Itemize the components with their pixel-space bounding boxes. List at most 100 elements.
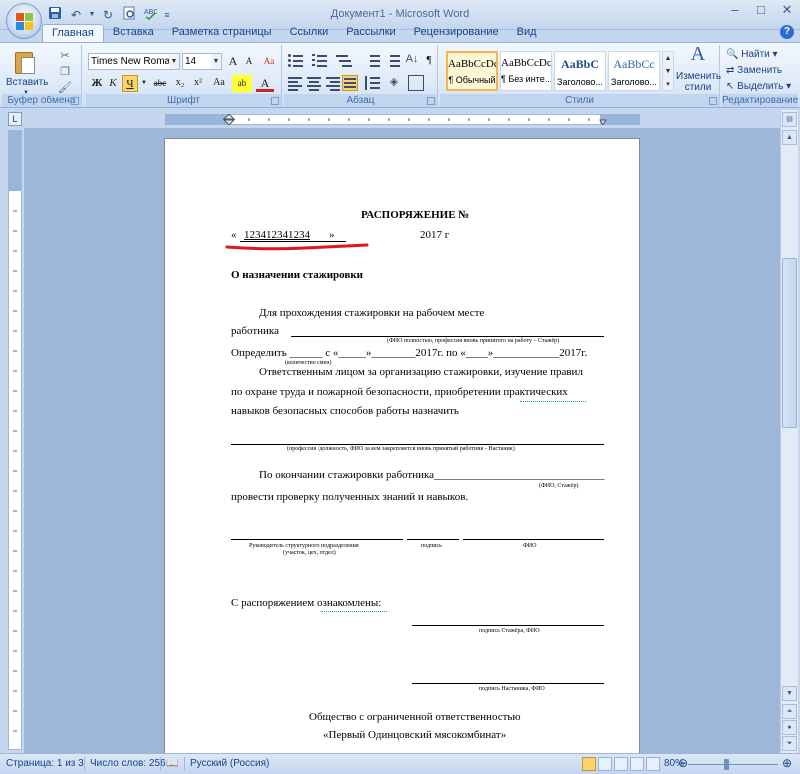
cut-icon[interactable]: ✂ — [58, 49, 72, 63]
subscript-button[interactable]: x₂ — [172, 75, 188, 92]
status-words[interactable]: Число слов: 256 — [90, 758, 166, 769]
paragraph-launcher-icon[interactable] — [427, 97, 435, 105]
tab-references[interactable]: Ссылки — [281, 24, 338, 42]
scroll-up-button[interactable]: ▲ — [782, 130, 797, 145]
vertical-scrollbar[interactable]: ▤ ▲ ▼ ⏶ ● ⏷ — [780, 110, 798, 753]
align-center-icon[interactable] — [306, 75, 322, 91]
style-card-heading-2[interactable]: AaBbCc Заголово... — [608, 51, 660, 91]
zoom-out-button[interactable]: ⊖ — [678, 756, 688, 770]
strikethrough-button[interactable]: abc — [150, 75, 170, 92]
numbering-icon[interactable] — [312, 53, 328, 69]
italic-button[interactable]: К — [106, 75, 120, 92]
clipboard-group-label: Буфер обмена — [2, 94, 81, 107]
font-name-dropdown-icon[interactable]: ▼ — [169, 54, 179, 69]
tab-page-layout[interactable]: Разметка страницы — [163, 24, 281, 42]
multilevel-list-icon[interactable] — [336, 53, 352, 69]
style-card-no-spacing[interactable]: AaBbCcDc ¶ Без инте... — [500, 51, 552, 91]
line-spacing-icon[interactable] — [364, 75, 380, 91]
outline-view-button[interactable] — [630, 757, 644, 771]
tab-review[interactable]: Рецензирование — [405, 24, 508, 42]
superscript-button[interactable]: x² — [190, 75, 206, 92]
font-size-combo[interactable]: 14 ▼ — [182, 53, 222, 70]
zoom-slider-thumb[interactable] — [724, 759, 729, 770]
increase-indent-icon[interactable] — [384, 53, 400, 69]
copy-icon[interactable]: ❐ — [58, 65, 72, 79]
underline-button[interactable]: Ч — [122, 75, 138, 92]
help-icon[interactable]: ? — [780, 25, 794, 39]
zoom-slider[interactable] — [688, 764, 778, 765]
find-button[interactable]: 🔍 Найти ▾ — [726, 49, 778, 65]
tab-selector-icon[interactable]: L — [8, 112, 22, 126]
font-name-value: Times New Roman — [91, 56, 176, 67]
highlight-button[interactable]: ab — [232, 75, 252, 92]
shading-icon[interactable]: ◈ — [386, 75, 402, 91]
document-canvas: РАСПОРЯЖЕНИЕ № « 123412341234 » 2017 г О… — [24, 128, 780, 753]
align-right-icon[interactable] — [324, 75, 340, 91]
status-page[interactable]: Страница: 1 из 3 — [6, 758, 84, 769]
browse-object-button[interactable]: ● — [782, 720, 797, 735]
full-screen-view-button[interactable] — [598, 757, 612, 771]
paragraph-2-line-2: по охране труда и пожарной безопасности,… — [231, 386, 568, 398]
paragraph-group-label: Абзац — [284, 94, 437, 107]
align-left-icon[interactable] — [288, 75, 304, 91]
font-color-button[interactable]: A — [256, 75, 274, 92]
bold-button[interactable]: Ж — [90, 75, 104, 92]
font-name-combo[interactable]: Times New Roman ▼ — [88, 53, 180, 70]
zoom-in-button[interactable]: ⊕ — [782, 756, 792, 770]
minimize-button[interactable]: – — [722, 0, 748, 22]
format-painter-icon[interactable]: 🖌 — [58, 81, 72, 95]
paste-button[interactable]: Вставить ▼ — [6, 49, 48, 99]
show-marks-button[interactable]: ¶ — [422, 52, 436, 69]
previous-page-button[interactable]: ⏶ — [782, 704, 797, 719]
underline-dropdown-icon[interactable]: ▼ — [140, 75, 148, 92]
styles-scroll-buttons[interactable]: ▲ ▼ ▾ — [662, 51, 674, 91]
sort-icon[interactable]: A↓ — [404, 53, 420, 69]
next-page-button[interactable]: ⏷ — [782, 736, 797, 751]
doc-subject: О назначении стажировки — [231, 269, 364, 281]
style-card-normal[interactable]: AaBbCcDc ¶ Обычный — [446, 51, 498, 91]
vertical-ruler[interactable] — [8, 130, 22, 750]
date-value: 123412341234 — [244, 229, 310, 241]
styles-launcher-icon[interactable] — [709, 97, 717, 105]
select-button[interactable]: ↖ Выделить ▾ — [726, 81, 791, 97]
clear-format-button[interactable]: Aa — [260, 53, 278, 70]
web-layout-view-button[interactable] — [614, 757, 628, 771]
tab-insert[interactable]: Вставка — [104, 24, 163, 42]
maximize-button[interactable]: □ — [748, 0, 774, 22]
doc-year: 2017 г — [420, 229, 450, 241]
style-card-heading-1[interactable]: AaBbC Заголово... — [554, 51, 606, 91]
red-annotation-stroke — [225, 243, 369, 251]
tab-home[interactable]: Главная — [42, 24, 104, 42]
ruler-ticks — [222, 114, 607, 125]
borders-icon[interactable] — [408, 75, 424, 91]
replace-button[interactable]: ⇄ Заменить — [726, 65, 782, 81]
hint-worker: (ФИО полностью, профессия вновь принятог… — [387, 338, 560, 344]
horizontal-ruler[interactable] — [30, 110, 780, 128]
org-line-2: «Первый Одинцовский мясокомбинат» — [323, 729, 507, 741]
decrease-indent-icon[interactable] — [364, 53, 380, 69]
tab-mailings[interactable]: Рассылки — [337, 24, 404, 42]
print-layout-view-button[interactable] — [582, 757, 596, 771]
vertical-ruler-ticks — [13, 210, 17, 732]
scroll-down-button[interactable]: ▼ — [782, 686, 797, 701]
change-case-button[interactable]: Aa — [208, 75, 230, 92]
change-styles-button[interactable]: A Изменить стили — [676, 44, 721, 93]
bullets-icon[interactable] — [288, 53, 304, 69]
draft-view-button[interactable] — [646, 757, 660, 771]
style-name: Заголово... — [557, 77, 603, 87]
spelling-status-icon[interactable]: 📖 — [166, 758, 178, 769]
justify-icon[interactable] — [342, 75, 358, 91]
office-button[interactable] — [6, 3, 42, 39]
document-page[interactable]: РАСПОРЯЖЕНИЕ № « 123412341234 » 2017 г О… — [164, 138, 640, 753]
shrink-font-button[interactable]: A — [242, 53, 256, 70]
close-button[interactable]: ✕ — [774, 0, 800, 22]
ruler-toggle-icon[interactable]: ▤ — [782, 112, 797, 127]
scroll-thumb[interactable] — [782, 258, 797, 428]
grow-font-button[interactable]: A — [226, 53, 240, 70]
status-language[interactable]: Русский (Россия) — [190, 758, 269, 769]
tab-view[interactable]: Вид — [508, 24, 546, 42]
hint-fio-trainee: (ФИО, Стажёр) — [539, 483, 579, 489]
clipboard-launcher-icon[interactable] — [71, 97, 79, 105]
font-size-dropdown-icon[interactable]: ▼ — [211, 54, 221, 69]
font-launcher-icon[interactable] — [271, 97, 279, 105]
